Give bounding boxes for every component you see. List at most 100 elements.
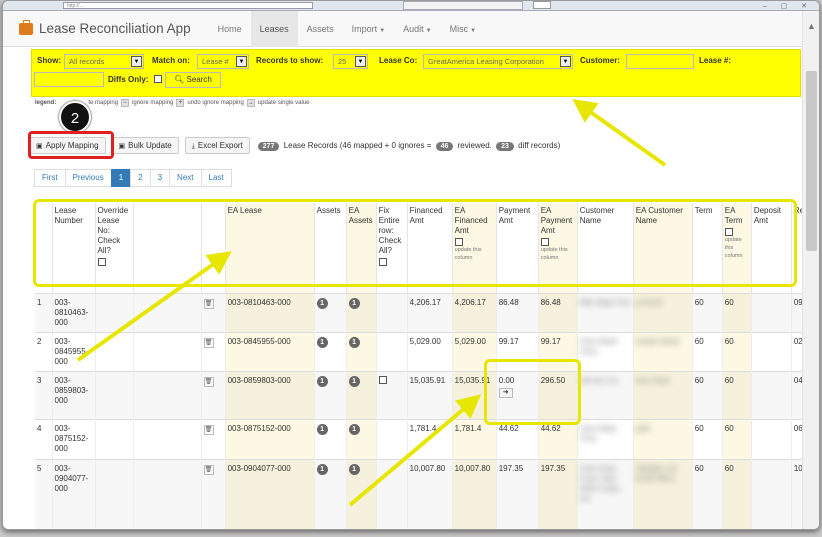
lease-table: Lease Number Override Lease No: Check Al…: [35, 203, 803, 529]
assets-count-badge[interactable]: 1: [316, 336, 328, 348]
window-controls[interactable]: – ▢ ✕: [763, 2, 813, 10]
lease-number-input[interactable]: [34, 72, 104, 87]
customer-cell: Fami Medi Grou: [577, 331, 634, 371]
nav-leases[interactable]: Leases: [250, 10, 298, 47]
records-select[interactable]: 25 ▼: [333, 54, 368, 69]
page-3[interactable]: 3: [149, 169, 171, 187]
ea-assets-count-badge[interactable]: 1: [348, 375, 360, 387]
ea-assets-cell: 1: [346, 458, 377, 529]
trash-icon[interactable]: 🗑︎: [203, 376, 214, 387]
browser-tab[interactable]: [403, 1, 523, 10]
page-previous[interactable]: Previous: [64, 169, 112, 187]
ea-assets-count-badge[interactable]: 1: [348, 423, 360, 435]
override-cell: [95, 458, 134, 529]
search-button[interactable]: 🔍︎ Search: [165, 72, 221, 88]
page-1[interactable]: 1: [110, 169, 132, 187]
address-bar[interactable]: http://...: [63, 2, 313, 9]
payment-value: 0.00: [498, 375, 515, 385]
header-override-label: Override Lease No: Check All?: [97, 206, 129, 255]
update-term-checkbox[interactable]: [724, 228, 733, 236]
show-select[interactable]: All records ▼: [64, 54, 144, 69]
action-cell: 🗑︎: [201, 331, 226, 371]
table-row: 2 003-0845955-000 🗑︎ 003-0845955-000 1 1 5,029…: [35, 331, 803, 371]
nav-import[interactable]: Import ▼: [343, 11, 394, 47]
trash-icon[interactable]: 🗑︎: [203, 464, 214, 475]
action-cell: 🗑︎: [201, 458, 226, 529]
override-cell: [95, 418, 134, 459]
window-button[interactable]: [533, 1, 551, 9]
page-next[interactable]: Next: [169, 169, 202, 187]
fix-cell: [376, 370, 408, 419]
update-value-arrow-icon[interactable]: ➜: [498, 387, 513, 398]
page-first[interactable]: First: [34, 169, 66, 187]
leaseco-select[interactable]: GreatAmerica Leasing Corporation ▼: [423, 54, 573, 69]
ea-customer-cell: ptist: [633, 418, 693, 459]
financed-cell: 1,781.4: [407, 418, 453, 459]
ea-assets-count-badge[interactable]: 1: [348, 336, 360, 348]
header-action: [201, 203, 226, 293]
search-button-label: Search: [186, 75, 212, 84]
trash-icon[interactable]: 🗑︎: [203, 337, 214, 348]
customer-name: Fami Medi Grou: [579, 336, 618, 356]
update-column-label: update this column: [540, 247, 568, 261]
legend-item-update: update single value: [257, 100, 310, 106]
assets-cell: 1: [314, 292, 347, 332]
update-financed-checkbox[interactable]: [454, 238, 463, 246]
assets-count-badge[interactable]: 1: [316, 297, 328, 309]
header-ea-financed-label: EA Financed Amt: [454, 206, 488, 235]
legend-item-undo: undo ignore mapping: [187, 100, 244, 106]
match-select[interactable]: Lease # ▼: [197, 54, 249, 69]
trash-icon[interactable]: 🗑︎: [203, 424, 214, 435]
deposit-cell: [751, 292, 792, 332]
diffs-label: Diffs Only:: [108, 75, 149, 84]
nav-misc[interactable]: Misc ▼: [441, 11, 485, 47]
assets-count-badge[interactable]: 1: [316, 423, 328, 435]
customer-name: Mac Bapt Chu: [579, 297, 631, 307]
fix-check-all[interactable]: [378, 258, 387, 266]
ea-term-cell: 60: [722, 370, 752, 419]
nav-assets[interactable]: Assets: [298, 11, 343, 47]
excel-export-button[interactable]: ⤓ Excel Export: [184, 137, 250, 154]
fix-cell: [376, 331, 408, 371]
diffs-only-checkbox[interactable]: [154, 75, 162, 83]
brand[interactable]: Lease Reconciliation App: [19, 19, 191, 36]
ea-lease-cell: 003-0904077-000: [225, 458, 315, 529]
page-2[interactable]: 2: [130, 169, 151, 187]
customer-input[interactable]: [626, 54, 694, 69]
payment-cell: 0.00 ➜: [496, 370, 539, 419]
customer-name: Cent Onei Coun Volu Amb Corps, Inc.: [579, 463, 622, 503]
action-cell: 🗑︎: [201, 418, 226, 459]
ea-lease-cell: 003-0875152-000: [225, 418, 315, 459]
header-ea-payment: EA Payment Amt update this column: [538, 203, 578, 293]
fix-row-checkbox[interactable]: [378, 375, 387, 384]
update-payment-checkbox[interactable]: [540, 238, 549, 246]
bulk-update-button[interactable]: ▣ Bulk Update: [111, 137, 179, 154]
match-label: Match on:: [152, 56, 190, 65]
nav-home[interactable]: Home: [209, 11, 251, 47]
trash-icon[interactable]: 🗑︎: [203, 298, 214, 309]
assets-count-badge[interactable]: 1: [316, 375, 328, 387]
header-payment: Payment Amt: [496, 203, 539, 293]
fix-cell: [376, 458, 408, 529]
financed-cell: 15,035.91: [407, 370, 453, 419]
ea-assets-count-badge[interactable]: 1: [348, 297, 360, 309]
ea-assets-count-badge[interactable]: 1: [348, 463, 360, 475]
scroll-up-icon[interactable]: ▲: [807, 21, 816, 31]
ea-assets-cell: 1: [346, 418, 377, 459]
vertical-scrollbar[interactable]: ▲: [802, 11, 819, 529]
update-column-label: update this column: [724, 237, 743, 259]
fix-cell: [376, 418, 408, 459]
scrollbar-thumb[interactable]: [806, 71, 817, 251]
ea-lease-cell: 003-0810463-000: [225, 292, 315, 332]
ea-financed-cell: 15,035.91: [452, 370, 497, 419]
page-last[interactable]: Last: [200, 169, 232, 187]
table-row: 3 003-0859803-000 🗑︎ 003-0859803-000 1 1 15,03…: [35, 370, 803, 419]
nav-audit[interactable]: Audit ▼: [394, 11, 440, 47]
blank-cell: [133, 418, 202, 459]
leaseco-value: GreatAmerica Leasing Corporation: [428, 57, 544, 66]
header-fix-label: Fix Entire row: Check All?: [378, 206, 402, 255]
override-check-all[interactable]: [97, 258, 106, 266]
leaseco-label: Lease Co:: [379, 56, 418, 65]
arrow-right-icon: →: [246, 99, 255, 107]
assets-count-badge[interactable]: 1: [316, 463, 328, 475]
